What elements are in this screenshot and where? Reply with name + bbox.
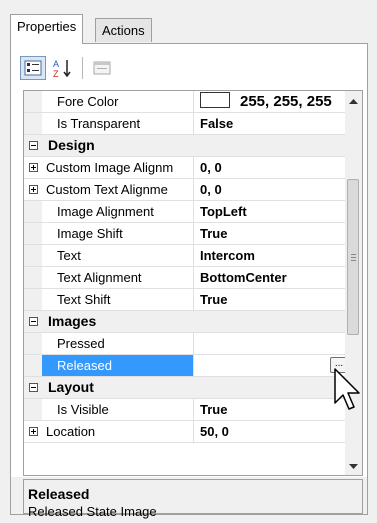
property-row-fore-color[interactable]: Fore Color 255, 255, 255 — [24, 91, 346, 113]
toolbar-separator — [82, 57, 83, 79]
vertical-scrollbar[interactable] — [345, 91, 362, 475]
property-row-is-transparent[interactable]: Is Transparent False — [24, 113, 346, 135]
categorized-icon — [24, 60, 42, 76]
description-panel: Released Released State Image — [11, 477, 367, 519]
property-name: Released — [42, 355, 194, 376]
property-name: Fore Color — [42, 91, 194, 112]
expand-icon[interactable] — [28, 427, 38, 436]
property-name: Text — [42, 245, 194, 266]
property-row-is-visible[interactable]: Is Visible True — [24, 399, 346, 421]
property-row-pressed[interactable]: Pressed — [24, 333, 346, 355]
property-name: Text Alignment — [42, 267, 194, 288]
property-row-image-alignment[interactable]: Image Alignment TopLeft — [24, 201, 346, 223]
alphabetical-button[interactable]: A Z — [50, 56, 76, 80]
property-row-location[interactable]: Location 50, 0 — [24, 421, 346, 443]
property-toolbar: A Z — [20, 54, 119, 82]
property-name: Image Alignment — [42, 201, 194, 222]
color-swatch — [200, 92, 230, 108]
property-grid: Fore Color 255, 255, 255 Is Transparent … — [23, 90, 363, 476]
property-name: Is Visible — [42, 399, 194, 420]
properties-panel: A Z Fore Color 255, 255, 255 Is Transpar… — [10, 43, 368, 519]
category-images[interactable]: Images — [24, 311, 346, 333]
svg-text:A: A — [53, 59, 59, 69]
property-value[interactable]: 50, 0 — [200, 421, 229, 442]
alphabetical-sort-icon: A Z — [53, 59, 71, 78]
property-name: Pressed — [42, 333, 194, 354]
property-name: Custom Image Alignm — [42, 157, 194, 178]
tab-actions[interactable]: Actions — [95, 18, 152, 42]
property-value[interactable]: TopLeft — [200, 201, 247, 222]
property-value[interactable]: Intercom — [200, 245, 255, 266]
property-row-text-shift[interactable]: Text Shift True — [24, 289, 346, 311]
category-layout[interactable]: Layout — [24, 377, 346, 399]
property-name: Is Transparent — [42, 113, 194, 134]
svg-text:Z: Z — [53, 69, 59, 78]
property-pages-icon — [93, 61, 111, 75]
property-value[interactable]: True — [200, 223, 227, 244]
property-name: Location — [42, 421, 194, 442]
property-name: Text Shift — [42, 289, 194, 310]
arrow-up-icon — [349, 98, 358, 104]
property-name: Image Shift — [42, 223, 194, 244]
property-rows: Fore Color 255, 255, 255 Is Transparent … — [24, 91, 348, 443]
property-row-custom-text-alignment[interactable]: Custom Text Alignme 0, 0 — [24, 179, 346, 201]
property-value[interactable]: 255, 255, 255 — [200, 91, 332, 112]
collapse-icon[interactable] — [28, 141, 38, 150]
category-label: Design — [48, 137, 95, 153]
property-pages-button[interactable] — [89, 56, 115, 80]
category-design[interactable]: Design — [24, 135, 346, 157]
collapse-icon[interactable] — [28, 383, 38, 392]
property-row-text[interactable]: Text Intercom — [24, 245, 346, 267]
property-row-text-alignment[interactable]: Text Alignment BottomCenter — [24, 267, 346, 289]
property-row-custom-image-alignment[interactable]: Custom Image Alignm 0, 0 — [24, 157, 346, 179]
property-value[interactable]: 0, 0 — [200, 179, 222, 200]
scroll-thumb[interactable] — [347, 179, 359, 335]
description-box: Released Released State Image — [23, 479, 363, 519]
property-value[interactable]: True — [200, 289, 227, 310]
property-value[interactable]: True — [200, 399, 227, 420]
property-value[interactable]: BottomCenter — [200, 267, 287, 288]
expand-icon[interactable] — [28, 185, 38, 194]
description-title: Released — [28, 486, 90, 502]
property-row-released[interactable]: Released ... — [24, 355, 348, 377]
category-label: Images — [48, 313, 97, 329]
expand-icon[interactable] — [28, 163, 38, 172]
property-name: Custom Text Alignme — [42, 179, 194, 200]
property-value[interactable]: False — [200, 113, 233, 134]
categorized-button[interactable] — [20, 56, 46, 80]
property-row-image-shift[interactable]: Image Shift True — [24, 223, 346, 245]
tab-properties[interactable]: Properties — [10, 14, 84, 44]
description-text: Released State Image — [28, 504, 157, 519]
arrow-down-icon — [349, 463, 358, 469]
scroll-up-button[interactable] — [345, 93, 362, 110]
property-value[interactable]: 0, 0 — [200, 157, 222, 178]
collapse-icon[interactable] — [28, 317, 38, 326]
category-label: Layout — [48, 379, 94, 395]
scroll-down-button[interactable] — [345, 458, 362, 475]
